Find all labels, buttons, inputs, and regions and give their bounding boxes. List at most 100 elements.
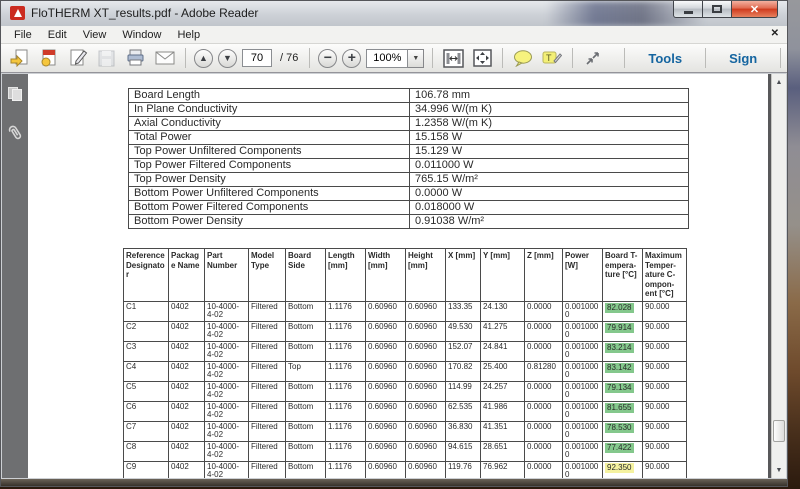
navigation-pane <box>2 74 28 478</box>
sign-document-button[interactable] <box>66 48 90 69</box>
scrollbar-thumb[interactable] <box>773 420 785 442</box>
arrow-up-icon: ▲ <box>199 54 208 63</box>
cell-z: 0.81280 <box>525 361 563 381</box>
open-file-button[interactable] <box>8 48 32 69</box>
menu-view[interactable]: View <box>75 27 115 43</box>
menu-help[interactable]: Help <box>169 27 208 43</box>
cell-max-temperature: 90.000 <box>643 321 687 341</box>
cell-height: 0.60960 <box>406 461 446 478</box>
cell-package: 0402 <box>169 381 205 401</box>
maximize-icon <box>712 5 722 13</box>
page-thumbnails-icon[interactable] <box>7 86 24 102</box>
cell-part-number: 10-4000-4-02 <box>205 401 249 421</box>
menu-window[interactable]: Window <box>114 27 169 43</box>
close-button[interactable]: ✕ <box>732 1 778 18</box>
print-icon <box>126 49 146 67</box>
summary-row: Bottom Power Unfiltered Components 0.000… <box>129 187 689 201</box>
cell-part-number: 10-4000-4-02 <box>205 441 249 461</box>
cell-x: 94.615 <box>446 441 481 461</box>
create-pdf-icon <box>39 49 59 67</box>
cell-reference: C3 <box>124 341 169 361</box>
fit-width-button[interactable] <box>441 48 465 69</box>
save-icon <box>98 50 116 67</box>
menu-file[interactable]: File <box>6 27 40 43</box>
minus-icon: − <box>324 50 332 64</box>
fit-page-button[interactable] <box>470 48 494 69</box>
temperature-highlight: 83.214 <box>605 343 634 354</box>
share-button[interactable] <box>581 48 605 69</box>
table-row: C6 0402 10-4000-4-02 Filtered Bottom 1.1… <box>124 401 687 421</box>
minimize-button[interactable] <box>673 1 703 18</box>
summary-value: 15.129 W <box>410 145 689 159</box>
cell-z: 0.0000 <box>525 401 563 421</box>
cell-power: 0.0010000 <box>563 401 603 421</box>
cell-length: 1.1176 <box>326 301 366 321</box>
cell-model-type: Filtered <box>249 301 286 321</box>
zoom-level-select[interactable]: 100% ▼ <box>366 49 424 68</box>
cell-max-temperature: 90.000 <box>643 401 687 421</box>
summary-row: In Plane Conductivity 34.996 W/(m K) <box>129 103 689 117</box>
cell-max-temperature: 90.000 <box>643 381 687 401</box>
toolbar-separator <box>780 48 781 68</box>
column-header: Width [mm] <box>366 249 406 302</box>
cell-length: 1.1176 <box>326 321 366 341</box>
cell-part-number: 10-4000-4-02 <box>205 341 249 361</box>
menu-edit[interactable]: Edit <box>40 27 75 43</box>
zoom-in-button[interactable]: + <box>342 49 361 68</box>
cell-max-temperature: 90.000 <box>643 421 687 441</box>
add-comment-button[interactable] <box>511 48 535 69</box>
scroll-down-icon[interactable]: ▼ <box>772 463 786 477</box>
tools-button[interactable]: Tools <box>633 51 697 66</box>
cell-power: 0.0010000 <box>563 461 603 478</box>
attachments-paperclip-icon[interactable] <box>3 121 27 146</box>
component-results-table: Reference DesignatorPackage NamePart Num… <box>123 248 687 478</box>
save-button[interactable] <box>95 48 119 69</box>
table-row: C7 0402 10-4000-4-02 Filtered Bottom 1.1… <box>124 421 687 441</box>
document-page[interactable]: Board Length 106.78 mm In Plane Conducti… <box>28 74 768 478</box>
summary-value: 0.018000 W <box>410 201 689 215</box>
column-header: Z [mm] <box>525 249 563 302</box>
cell-height: 0.60960 <box>406 341 446 361</box>
previous-page-button[interactable]: ▲ <box>194 49 213 68</box>
sign-document-icon <box>68 49 88 67</box>
toolbar-separator <box>185 48 186 68</box>
cell-length: 1.1176 <box>326 381 366 401</box>
column-header: Height [mm] <box>406 249 446 302</box>
create-pdf-button[interactable] <box>37 48 61 69</box>
content-area: Board Length 106.78 mm In Plane Conducti… <box>2 74 786 478</box>
cell-height: 0.60960 <box>406 381 446 401</box>
cell-height: 0.60960 <box>406 441 446 461</box>
cell-z: 0.0000 <box>525 441 563 461</box>
comment-button[interactable]: Comment <box>789 51 800 66</box>
print-button[interactable] <box>124 48 148 69</box>
cell-height: 0.60960 <box>406 301 446 321</box>
cell-board-temperature: 79.134 <box>603 381 643 401</box>
cell-y: 25.400 <box>481 361 525 381</box>
cell-board-side: Bottom <box>286 401 326 421</box>
cell-reference: C7 <box>124 421 169 441</box>
cell-reference: C5 <box>124 381 169 401</box>
cell-board-temperature: 92.350 <box>603 461 643 478</box>
chevron-down-icon[interactable]: ▼ <box>408 49 424 68</box>
column-header: Power [W] <box>563 249 603 302</box>
next-page-button[interactable]: ▼ <box>218 49 237 68</box>
cell-part-number: 10-4000-4-02 <box>205 361 249 381</box>
cell-max-temperature: 90.000 <box>643 361 687 381</box>
cell-z: 0.0000 <box>525 381 563 401</box>
page-number-input[interactable] <box>242 49 272 67</box>
zoom-out-button[interactable]: − <box>318 49 337 68</box>
sign-button[interactable]: Sign <box>714 51 772 66</box>
email-button[interactable] <box>153 48 177 69</box>
cell-width: 0.60960 <box>366 381 406 401</box>
cell-board-temperature: 77.422 <box>603 441 643 461</box>
highlight-text-button[interactable]: T <box>540 48 564 69</box>
cell-width: 0.60960 <box>366 441 406 461</box>
maximize-button[interactable] <box>703 1 732 18</box>
vertical-scrollbar[interactable]: ▲ ▼ <box>771 74 786 478</box>
cell-length: 1.1176 <box>326 361 366 381</box>
titlebar: FloTHERM XT_results.pdf - Adobe Reader ✕ <box>1 1 787 26</box>
menubar-close-icon[interactable]: ✕ <box>771 28 779 39</box>
cell-height: 0.60960 <box>406 401 446 421</box>
scroll-up-icon[interactable]: ▲ <box>772 75 786 89</box>
link-arrows-icon <box>585 51 601 66</box>
